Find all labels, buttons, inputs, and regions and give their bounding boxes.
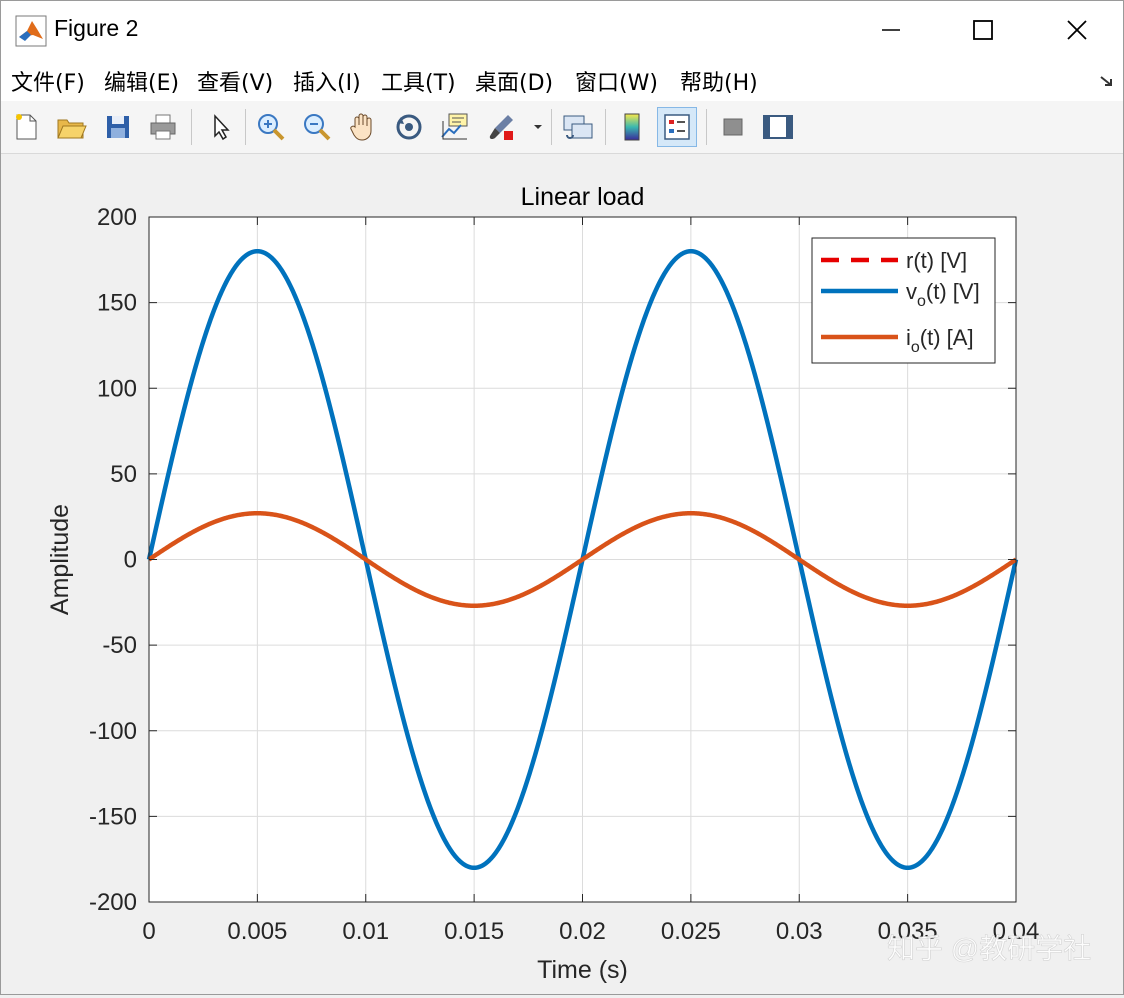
expand-toolstrip-icon[interactable] bbox=[1099, 73, 1115, 89]
show-plot-tools-button[interactable] bbox=[758, 107, 798, 147]
print-icon bbox=[150, 114, 176, 140]
maximize-button[interactable] bbox=[937, 1, 1029, 59]
zoom-out-icon bbox=[304, 114, 331, 141]
menu-bar: 文件(F) 编辑(E) 查看(V) 插入(I) 工具(T) 桌面(D) 窗口(W… bbox=[1, 59, 1123, 101]
toolbar-separator bbox=[191, 109, 192, 145]
print-button[interactable] bbox=[143, 107, 183, 147]
figure-window: Figure 2 文件(F) 编辑(E) 查看(V) 插入(I) 工具(T) 桌… bbox=[0, 0, 1124, 995]
link-plot-icon bbox=[563, 115, 593, 139]
x-tick-label: 0 bbox=[142, 918, 155, 945]
y-tick-label: -200 bbox=[89, 889, 137, 916]
brush-button[interactable] bbox=[482, 107, 522, 147]
data-cursor-button[interactable] bbox=[435, 107, 475, 147]
chevron-down-icon bbox=[534, 125, 542, 129]
legend-label-base: v bbox=[906, 279, 917, 304]
legend-label-suffix: (t) [V] bbox=[926, 279, 980, 304]
data-cursor-icon bbox=[441, 113, 468, 140]
y-tick-label: 150 bbox=[97, 290, 137, 317]
menu-tools[interactable]: 工具(T) bbox=[381, 65, 456, 97]
open-file-button[interactable] bbox=[51, 107, 91, 147]
x-axis-label: Time (s) bbox=[537, 956, 628, 984]
maximize-icon bbox=[973, 20, 993, 40]
colorbar-button[interactable] bbox=[612, 107, 652, 147]
legend-label-0: r(t) [V] bbox=[906, 248, 967, 273]
pan-button[interactable] bbox=[343, 107, 383, 147]
save-icon bbox=[107, 116, 129, 138]
pan-hand-icon bbox=[350, 113, 372, 141]
minimize-button[interactable] bbox=[845, 1, 937, 59]
new-figure-button[interactable] bbox=[6, 107, 46, 147]
brush-dropdown[interactable] bbox=[529, 107, 547, 147]
menu-help[interactable]: 帮助(H) bbox=[680, 65, 758, 97]
legend-icon bbox=[664, 114, 690, 140]
x-tick-label: 0.03 bbox=[776, 918, 823, 945]
x-tick-label: 0.01 bbox=[342, 918, 389, 945]
window-title: Figure 2 bbox=[54, 15, 139, 41]
legend-button[interactable] bbox=[657, 107, 697, 147]
show-plot-tools-icon bbox=[763, 115, 793, 139]
y-tick-label: 100 bbox=[97, 375, 137, 402]
plot-title: Linear load bbox=[521, 183, 645, 211]
y-tick-label: 50 bbox=[110, 461, 137, 488]
watermark-text: 知乎 @教研学社 bbox=[887, 933, 1091, 964]
hide-plot-tools-button[interactable] bbox=[713, 107, 753, 147]
toolbar-separator bbox=[245, 109, 246, 145]
menu-file[interactable]: 文件(F) bbox=[11, 65, 85, 97]
y-tick-label: -150 bbox=[89, 803, 137, 830]
close-icon bbox=[1067, 20, 1087, 40]
open-file-icon bbox=[57, 119, 87, 139]
x-tick-label: 0.015 bbox=[444, 918, 504, 945]
toolbar-separator bbox=[605, 109, 606, 145]
x-tick-label: 0.02 bbox=[559, 918, 606, 945]
save-button[interactable] bbox=[98, 107, 138, 147]
toolbar-separator bbox=[706, 109, 707, 145]
legend[interactable]: r(t) [V]vo(t) [V]io(t) [A] bbox=[811, 237, 996, 364]
legend-label-suffix: (t) [V] bbox=[913, 248, 967, 273]
y-tick-label: -100 bbox=[89, 718, 137, 745]
colorbar-icon bbox=[624, 113, 640, 141]
hide-plot-tools-icon bbox=[723, 118, 743, 136]
y-axis-label: Amplitude bbox=[46, 504, 74, 615]
menu-desktop[interactable]: 桌面(D) bbox=[475, 65, 553, 97]
minimize-icon bbox=[882, 29, 900, 31]
title-bar[interactable]: Figure 2 bbox=[1, 1, 1123, 59]
y-tick-label: -50 bbox=[102, 632, 137, 659]
menu-edit[interactable]: 编辑(E) bbox=[104, 65, 179, 97]
legend-label-base: r bbox=[906, 248, 913, 273]
edit-plot-button[interactable] bbox=[200, 107, 240, 147]
zoom-in-button[interactable] bbox=[251, 107, 291, 147]
legend-label-suffix: (t) [A] bbox=[920, 325, 974, 350]
link-plot-button[interactable] bbox=[558, 107, 598, 147]
matlab-logo-icon bbox=[15, 15, 47, 47]
zoom-out-button[interactable] bbox=[297, 107, 337, 147]
rotate-3d-icon bbox=[396, 114, 422, 140]
x-tick-label: 0.005 bbox=[227, 918, 287, 945]
arrow-pointer-icon bbox=[214, 114, 230, 141]
menu-view[interactable]: 查看(V) bbox=[197, 65, 273, 97]
new-figure-icon bbox=[16, 114, 37, 140]
figure-canvas: 0 0.005 0.01 0.015 0.02 0.025 0.03 0.035 0.04 200… bbox=[1, 154, 1123, 994]
close-button[interactable] bbox=[1031, 1, 1123, 59]
rotate-3d-button[interactable] bbox=[389, 107, 429, 147]
legend-label-subscript: o bbox=[911, 339, 920, 356]
x-tick-label: 0.025 bbox=[661, 918, 721, 945]
plot-svg[interactable]: 0 0.005 0.01 0.015 0.02 0.025 0.03 0.035 0.04200… bbox=[1, 154, 1123, 994]
menu-insert[interactable]: 插入(I) bbox=[293, 65, 361, 97]
figure-toolbar bbox=[1, 101, 1123, 154]
zoom-in-icon bbox=[258, 114, 285, 141]
y-tick-label: 200 bbox=[97, 204, 137, 231]
menu-window[interactable]: 窗口(W) bbox=[575, 65, 658, 97]
legend-label-subscript: o bbox=[917, 293, 926, 310]
toolbar-separator bbox=[551, 109, 552, 145]
y-tick-label: 0 bbox=[124, 547, 137, 574]
brush-icon bbox=[489, 115, 513, 140]
